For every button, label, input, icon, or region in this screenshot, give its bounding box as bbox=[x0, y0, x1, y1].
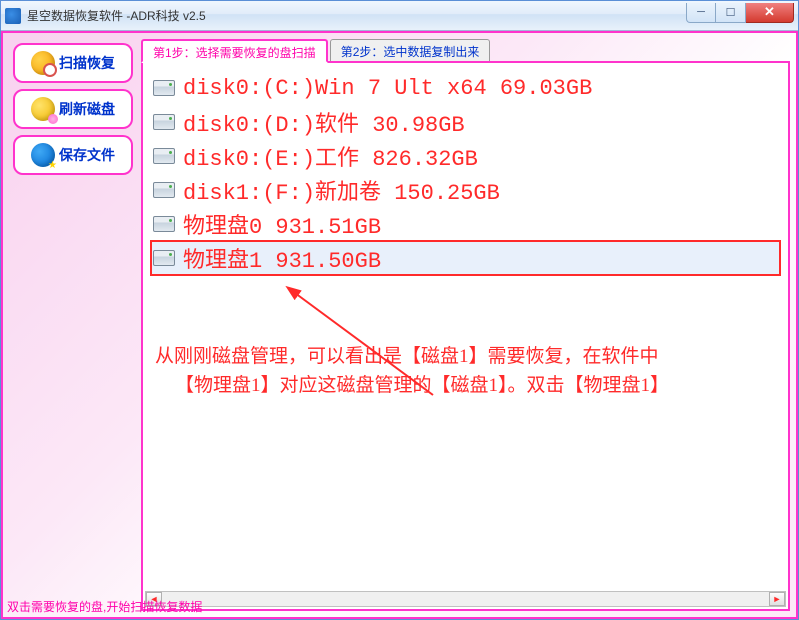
disk-row[interactable]: disk0:(C:)Win 7 Ult x64 69.03GB bbox=[151, 71, 780, 105]
disk-icon bbox=[153, 182, 175, 198]
disk-label: disk0:(D:)软件 30.98GB bbox=[183, 106, 465, 138]
disk-list-panel: disk0:(C:)Win 7 Ult x64 69.03GB disk0:(D… bbox=[141, 61, 790, 611]
scan-recover-button[interactable]: 扫描恢复 bbox=[13, 43, 133, 83]
disk-label: 物理盘1 931.50GB bbox=[183, 242, 381, 274]
annotation-line1: 从刚刚磁盘管理，可以看出是【磁盘1】需要恢复，在软件中 bbox=[155, 343, 768, 372]
disk-icon bbox=[153, 114, 175, 130]
annotation-line2: 【物理盘1】对应这磁盘管理的【磁盘1】。双击【物理盘1】 bbox=[155, 372, 768, 401]
annotation-text: 从刚刚磁盘管理，可以看出是【磁盘1】需要恢复，在软件中 【物理盘1】对应这磁盘管… bbox=[155, 343, 768, 400]
content-area: 第1步：选择需要恢复的盘扫描 第2步：选中数据复制出来 disk0:(C:)Wi… bbox=[141, 39, 790, 611]
disk-label: disk0:(C:)Win 7 Ult x64 69.03GB bbox=[183, 76, 592, 101]
app-icon bbox=[5, 8, 21, 24]
scroll-track[interactable] bbox=[162, 592, 769, 606]
disk-row-selected[interactable]: 物理盘1 931.50GB bbox=[151, 241, 780, 275]
refresh-disks-button[interactable]: 刷新磁盘 bbox=[13, 89, 133, 129]
main-frame: 扫描恢复 刷新磁盘 保存文件 第1步：选择需要恢复的盘扫描 第2步：选中数据复制… bbox=[1, 31, 798, 619]
save-icon bbox=[31, 143, 55, 167]
window-title: 星空数据恢复软件 -ADR科技 v2.5 bbox=[27, 7, 686, 24]
maximize-button[interactable]: ☐ bbox=[716, 3, 746, 23]
save-files-button[interactable]: 保存文件 bbox=[13, 135, 133, 175]
disk-label: disk0:(E:)工作 826.32GB bbox=[183, 140, 478, 172]
disk-label: disk1:(F:)新加卷 150.25GB bbox=[183, 174, 500, 206]
tab-step1[interactable]: 第1步：选择需要恢复的盘扫描 bbox=[141, 39, 328, 63]
refresh-label: 刷新磁盘 bbox=[59, 99, 115, 119]
disk-row[interactable]: disk0:(E:)工作 826.32GB bbox=[151, 139, 780, 173]
sidebar: 扫描恢复 刷新磁盘 保存文件 bbox=[9, 39, 137, 611]
titlebar: 星空数据恢复软件 -ADR科技 v2.5 ─ ☐ ✕ bbox=[1, 1, 798, 31]
scroll-right-button[interactable]: ► bbox=[769, 592, 785, 606]
refresh-icon bbox=[31, 97, 55, 121]
status-bar: 双击需要恢复的盘,开始扫描恢复数据 bbox=[7, 598, 202, 615]
disk-icon bbox=[153, 216, 175, 232]
disk-row[interactable]: disk0:(D:)软件 30.98GB bbox=[151, 105, 780, 139]
window-controls: ─ ☐ ✕ bbox=[686, 3, 794, 23]
scan-icon bbox=[31, 51, 55, 75]
step-tabs: 第1步：选择需要恢复的盘扫描 第2步：选中数据复制出来 bbox=[141, 39, 790, 61]
horizontal-scrollbar[interactable]: ◄ ► bbox=[145, 591, 786, 607]
disk-icon bbox=[153, 80, 175, 96]
scan-label: 扫描恢复 bbox=[59, 53, 115, 73]
minimize-button[interactable]: ─ bbox=[686, 3, 716, 23]
disk-icon bbox=[153, 250, 175, 266]
tab-step2[interactable]: 第2步：选中数据复制出来 bbox=[330, 39, 491, 61]
disk-row[interactable]: disk1:(F:)新加卷 150.25GB bbox=[151, 173, 780, 207]
annotation-arrow bbox=[283, 285, 443, 405]
save-label: 保存文件 bbox=[59, 145, 115, 165]
disk-row[interactable]: 物理盘0 931.51GB bbox=[151, 207, 780, 241]
close-button[interactable]: ✕ bbox=[746, 3, 794, 23]
disk-icon bbox=[153, 148, 175, 164]
disk-label: 物理盘0 931.51GB bbox=[183, 208, 381, 240]
